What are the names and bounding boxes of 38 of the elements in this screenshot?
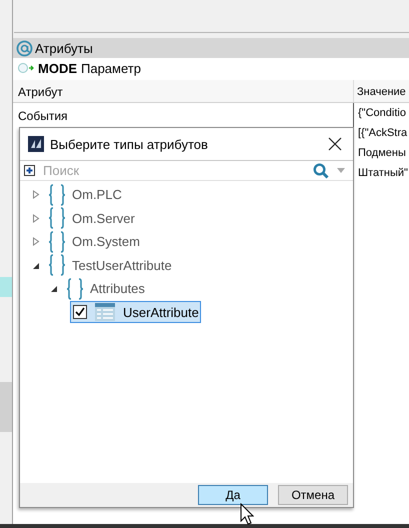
collapsed-arrow-icon[interactable] — [32, 237, 40, 246]
collapsed-arrow-icon[interactable] — [32, 190, 40, 200]
search-icon[interactable] — [313, 162, 329, 178]
dialog-title: Выберите типы атрибутов — [50, 136, 209, 152]
tree-item[interactable]: UserAttribute — [70, 301, 201, 324]
table-cell: [{"AckStra — [358, 127, 407, 139]
ok-button[interactable]: Да — [198, 485, 268, 505]
side-panel-strip — [0, 277, 12, 297]
search-field[interactable]: Поиск — [43, 163, 305, 178]
object-type: Параметр — [81, 60, 141, 76]
tree-item[interactable]: Om.System — [72, 234, 140, 250]
collapsed-arrow-icon[interactable] — [32, 214, 40, 223]
braces-icon — [48, 184, 66, 206]
parameter-icon — [17, 63, 34, 73]
expand-all-icon[interactable] — [24, 165, 35, 176]
table-icon — [95, 303, 115, 322]
column-header[interactable]: Значение — [354, 80, 409, 102]
braces-icon — [48, 254, 66, 276]
tree-item[interactable]: TestUserAttribute — [72, 258, 172, 273]
checkbox[interactable] — [73, 305, 87, 320]
cancel-button[interactable]: Отмена — [278, 485, 348, 505]
object-name: MODE — [38, 60, 77, 76]
braces-icon — [48, 230, 66, 253]
table-cell: {"Conditio — [358, 107, 407, 119]
section-title: Атрибуты — [35, 40, 93, 56]
logo-icon — [28, 136, 44, 152]
side-panel-strip — [0, 382, 12, 432]
braces-icon — [66, 278, 84, 300]
tree-item[interactable]: Om.Server — [72, 210, 135, 226]
tree-item[interactable]: Attributes — [90, 281, 145, 296]
braces-icon — [48, 207, 66, 230]
column-header[interactable]: Атрибут — [13, 80, 354, 102]
table-cell: Подмены — [358, 147, 407, 159]
expanded-arrow-icon[interactable] — [50, 284, 58, 294]
table-cell: Штатный" — [358, 167, 407, 179]
expanded-arrow-icon[interactable] — [32, 260, 40, 270]
tree-item[interactable]: Om.PLC — [72, 187, 122, 202]
at-sign-icon — [16, 40, 33, 56]
